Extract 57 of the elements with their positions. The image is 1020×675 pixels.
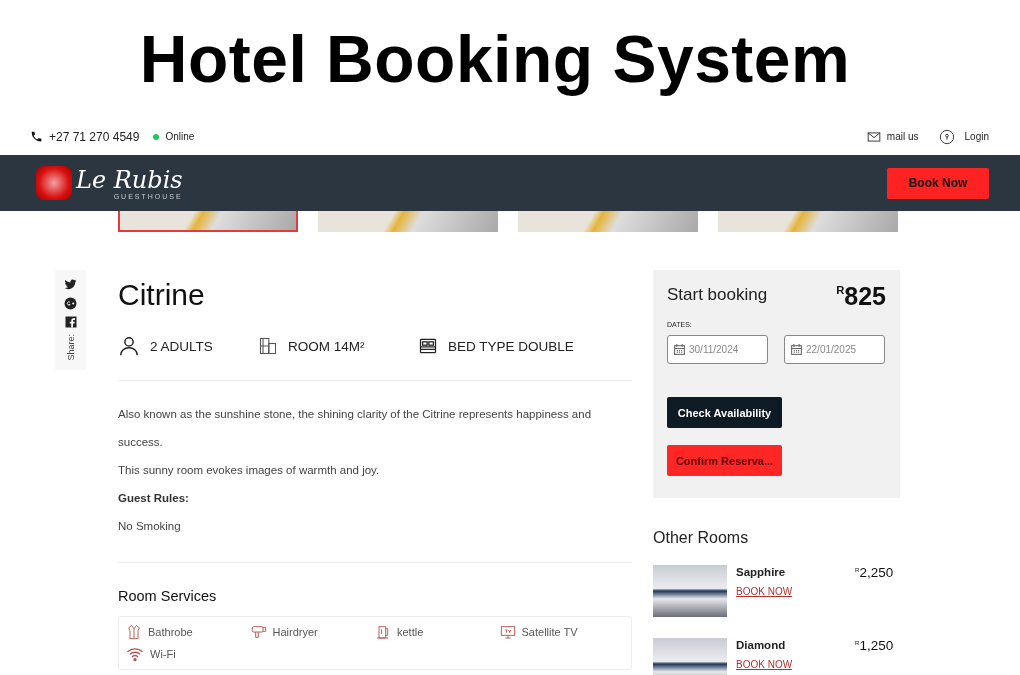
- room-photo-thumbnail[interactable]: [318, 211, 498, 232]
- phone-icon: [30, 130, 43, 143]
- room-price: $^{R}$825: [836, 282, 886, 311]
- service-label: kettle: [397, 626, 424, 638]
- room-price: $^{R}$2,250: [855, 565, 895, 582]
- bird-icon: [64, 278, 77, 291]
- calendar-icon: [790, 343, 803, 356]
- tv-icon: [499, 624, 516, 640]
- rules-heading: Guest Rules:: [118, 491, 190, 506]
- google-plus-icon: [64, 297, 77, 310]
- floor-plan-icon: [258, 336, 278, 356]
- kettle-icon: [375, 624, 391, 640]
- confirm-reservation-button[interactable]: Confirm Reserva...: [667, 445, 782, 476]
- service-label: Wi-Fi: [150, 648, 176, 660]
- check-in-field[interactable]: 30/11/2024: [667, 335, 768, 364]
- wifi-icon: [126, 645, 144, 663]
- person-icon: [118, 335, 140, 357]
- share-label: Share:: [65, 334, 76, 361]
- ruby-logo-icon: [36, 166, 72, 200]
- book-now-link[interactable]: BOOK NOW: [736, 659, 793, 670]
- service-label: Satellite TV: [521, 626, 578, 638]
- check-availability-button[interactable]: Check Availability: [667, 397, 782, 428]
- mail-link[interactable]: mail us: [886, 131, 919, 142]
- facebook-icon: [64, 316, 77, 328]
- online-status: Online: [165, 131, 195, 142]
- booking-title: Start booking: [667, 285, 768, 305]
- book-now-button[interactable]: Book Now: [887, 167, 989, 199]
- room-photo-thumbnail[interactable]: [118, 211, 298, 232]
- service-label: Hairdryer: [272, 626, 318, 638]
- room-price: $^{R}$1,250: [855, 638, 895, 655]
- services-heading: Room Services: [118, 588, 218, 604]
- room-feature: 2 ADULTS: [150, 338, 213, 354]
- room-photo-thumbnail[interactable]: [518, 211, 698, 232]
- room-photo-thumbnail[interactable]: [718, 211, 898, 232]
- room-name: Citrine: [118, 278, 206, 312]
- hairdryer-icon: [250, 624, 267, 640]
- room-title: Diamond: [736, 639, 787, 651]
- pin-icon: [938, 128, 955, 145]
- calendar-icon: [673, 343, 686, 356]
- page-title: Hotel Booking System: [139, 21, 851, 97]
- description-text: This sunny room evokes images of warmth and joy.: [118, 463, 381, 478]
- description-text: Also known as the sunshine stone, the shining clarity of the Citrine represents happiness and success.: [118, 407, 593, 450]
- service-label: Bathrobe: [148, 626, 193, 638]
- logo-text: Le Rubis: [76, 166, 183, 193]
- room-feature: ROOM 14M²: [288, 338, 365, 354]
- robe-icon: [126, 624, 142, 640]
- online-dot: [153, 133, 160, 140]
- room-title: Sapphire: [736, 566, 787, 578]
- bed-icon: [418, 336, 438, 356]
- phone-number: +27 71 270 4549: [49, 129, 140, 144]
- room-feature: BED TYPE DOUBLE: [448, 338, 574, 354]
- mail-icon: [866, 129, 881, 144]
- check-out-field[interactable]: 22/01/2025: [784, 335, 885, 364]
- book-now-link[interactable]: BOOK NOW: [736, 586, 793, 597]
- login-link[interactable]: Login: [964, 131, 989, 142]
- other-rooms-heading: Other Rooms: [653, 529, 750, 547]
- rule-text: No Smoking: [118, 519, 182, 534]
